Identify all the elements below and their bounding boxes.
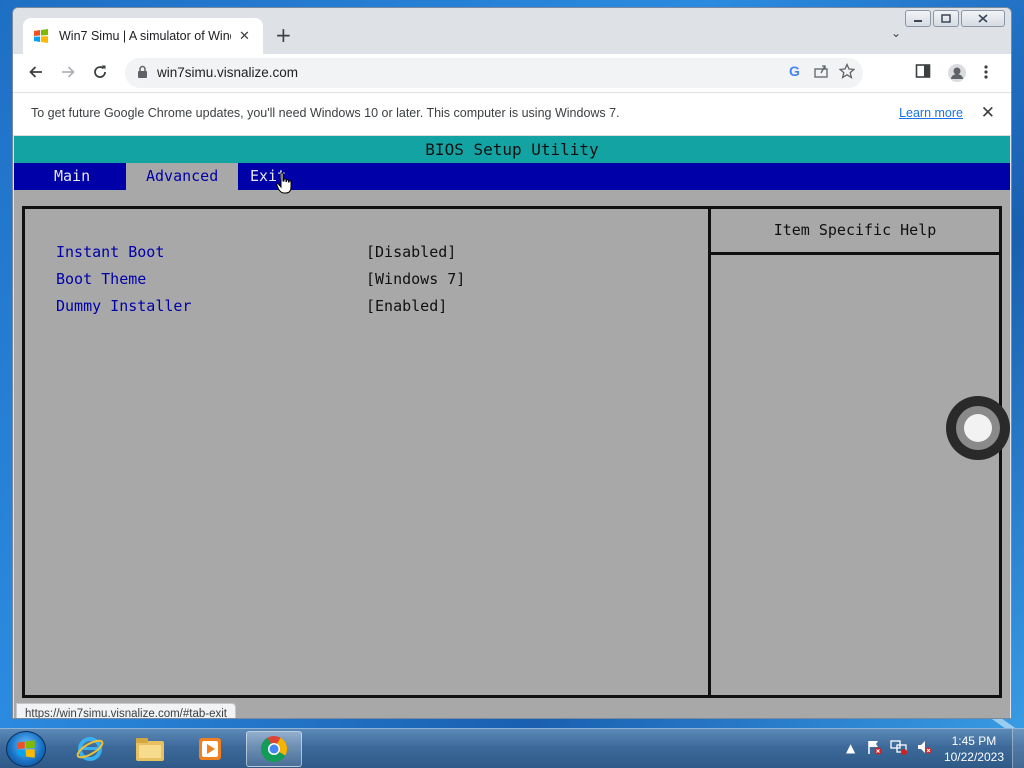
- profile-avatar-icon[interactable]: [947, 63, 967, 88]
- hand-cursor-icon: [276, 172, 292, 200]
- google-lens-icon[interactable]: G: [787, 63, 803, 83]
- browser-tab[interactable]: Win7 Simu | A simulator of Windows 7 ✕: [23, 18, 263, 54]
- google-chrome-icon[interactable]: [246, 731, 302, 767]
- setting-value[interactable]: [Enabled]: [366, 297, 447, 315]
- win7-logo-icon: [33, 28, 49, 44]
- system-clock[interactable]: 1:45 PM 10/22/2023: [944, 733, 1004, 765]
- tab-exit[interactable]: Exit: [230, 163, 306, 190]
- reload-icon[interactable]: [91, 63, 109, 86]
- floating-touch-button[interactable]: [946, 396, 1010, 460]
- setting-label: Dummy Installer: [56, 297, 192, 315]
- setting-label: Instant Boot: [56, 243, 165, 261]
- tab-search-chevron-icon[interactable]: ⌄: [891, 26, 901, 40]
- start-button[interactable]: [6, 731, 46, 767]
- url-text[interactable]: win7simu.visnalize.com: [157, 65, 298, 80]
- file-explorer-icon[interactable]: [122, 731, 178, 767]
- show-hidden-icons-icon[interactable]: ▲: [846, 741, 855, 755]
- update-infobar: To get future Google Chrome updates, you…: [13, 92, 1011, 136]
- settings-pane: Instant Boot [Disabled] Boot Theme [Wind…: [25, 209, 708, 695]
- volume-muted-icon[interactable]: [916, 739, 932, 758]
- floating-button-dot: [964, 414, 992, 442]
- minimize-button[interactable]: [905, 10, 931, 27]
- more-menu-icon[interactable]: [983, 63, 989, 86]
- browser-toolbar: win7simu.visnalize.com G: [13, 54, 1011, 92]
- lock-icon[interactable]: [137, 65, 148, 83]
- clock-date: 10/22/2023: [943, 750, 1004, 764]
- tab-title: Win7 Simu | A simulator of Windows 7: [59, 29, 231, 43]
- window-close-button[interactable]: [961, 10, 1005, 27]
- setting-value[interactable]: [Disabled]: [366, 243, 456, 261]
- back-arrow-icon[interactable]: [27, 63, 45, 86]
- bios-menu-bar: Main Advanced Exit: [14, 163, 1010, 190]
- floating-button-ring: [956, 406, 1000, 450]
- network-icon[interactable]: [890, 739, 908, 758]
- bios-title: BIOS Setup Utility: [14, 136, 1010, 163]
- setting-label: Boot Theme: [56, 270, 147, 288]
- clock-time: 1:45 PM: [951, 734, 997, 748]
- tab-advanced[interactable]: Advanced: [126, 163, 239, 190]
- infobar-close-icon[interactable]: ✕: [981, 103, 995, 123]
- bookmark-star-icon[interactable]: [838, 62, 856, 83]
- svg-text:G: G: [789, 63, 800, 79]
- status-bubble-url: https://win7simu.visnalize.com/#tab-exit: [16, 703, 236, 718]
- learn-more-link[interactable]: Learn more: [899, 106, 963, 120]
- window-controls: [905, 10, 1005, 27]
- internet-explorer-icon[interactable]: [62, 731, 118, 767]
- action-center-flag-icon[interactable]: [866, 739, 882, 758]
- tab-main[interactable]: Main: [34, 163, 110, 190]
- help-header: Item Specific Help: [711, 209, 999, 255]
- windows-logo-icon: [17, 740, 35, 758]
- maximize-button[interactable]: [933, 10, 959, 27]
- share-icon[interactable]: [813, 63, 829, 83]
- bios-panel: Instant Boot [Disabled] Boot Theme [Wind…: [22, 206, 1002, 698]
- setting-dummy-installer[interactable]: Dummy Installer [Enabled]: [56, 297, 696, 321]
- setting-value[interactable]: [Windows 7]: [366, 270, 465, 288]
- address-bar[interactable]: win7simu.visnalize.com G: [125, 58, 863, 88]
- media-player-icon[interactable]: [182, 731, 238, 767]
- bios-page: BIOS Setup Utility Main Advanced Exit In…: [14, 136, 1010, 718]
- forward-arrow-icon[interactable]: [59, 63, 77, 86]
- title-bar: Win7 Simu | A simulator of Windows 7 ✕ +…: [13, 8, 1011, 54]
- show-desktop-button[interactable]: [1012, 729, 1024, 768]
- setting-boot-theme[interactable]: Boot Theme [Windows 7]: [56, 270, 696, 294]
- help-pane: Item Specific Help: [708, 209, 999, 695]
- tab-close-icon[interactable]: ✕: [239, 29, 250, 44]
- infobar-message: To get future Google Chrome updates, you…: [31, 106, 620, 120]
- setting-instant-boot[interactable]: Instant Boot [Disabled]: [56, 243, 696, 267]
- chrome-window: Win7 Simu | A simulator of Windows 7 ✕ +…: [12, 7, 1012, 719]
- side-panel-icon[interactable]: [915, 63, 931, 84]
- taskbar: ▲ 1:45 PM 10/22/2023: [0, 728, 1024, 768]
- new-tab-button[interactable]: +: [275, 24, 292, 46]
